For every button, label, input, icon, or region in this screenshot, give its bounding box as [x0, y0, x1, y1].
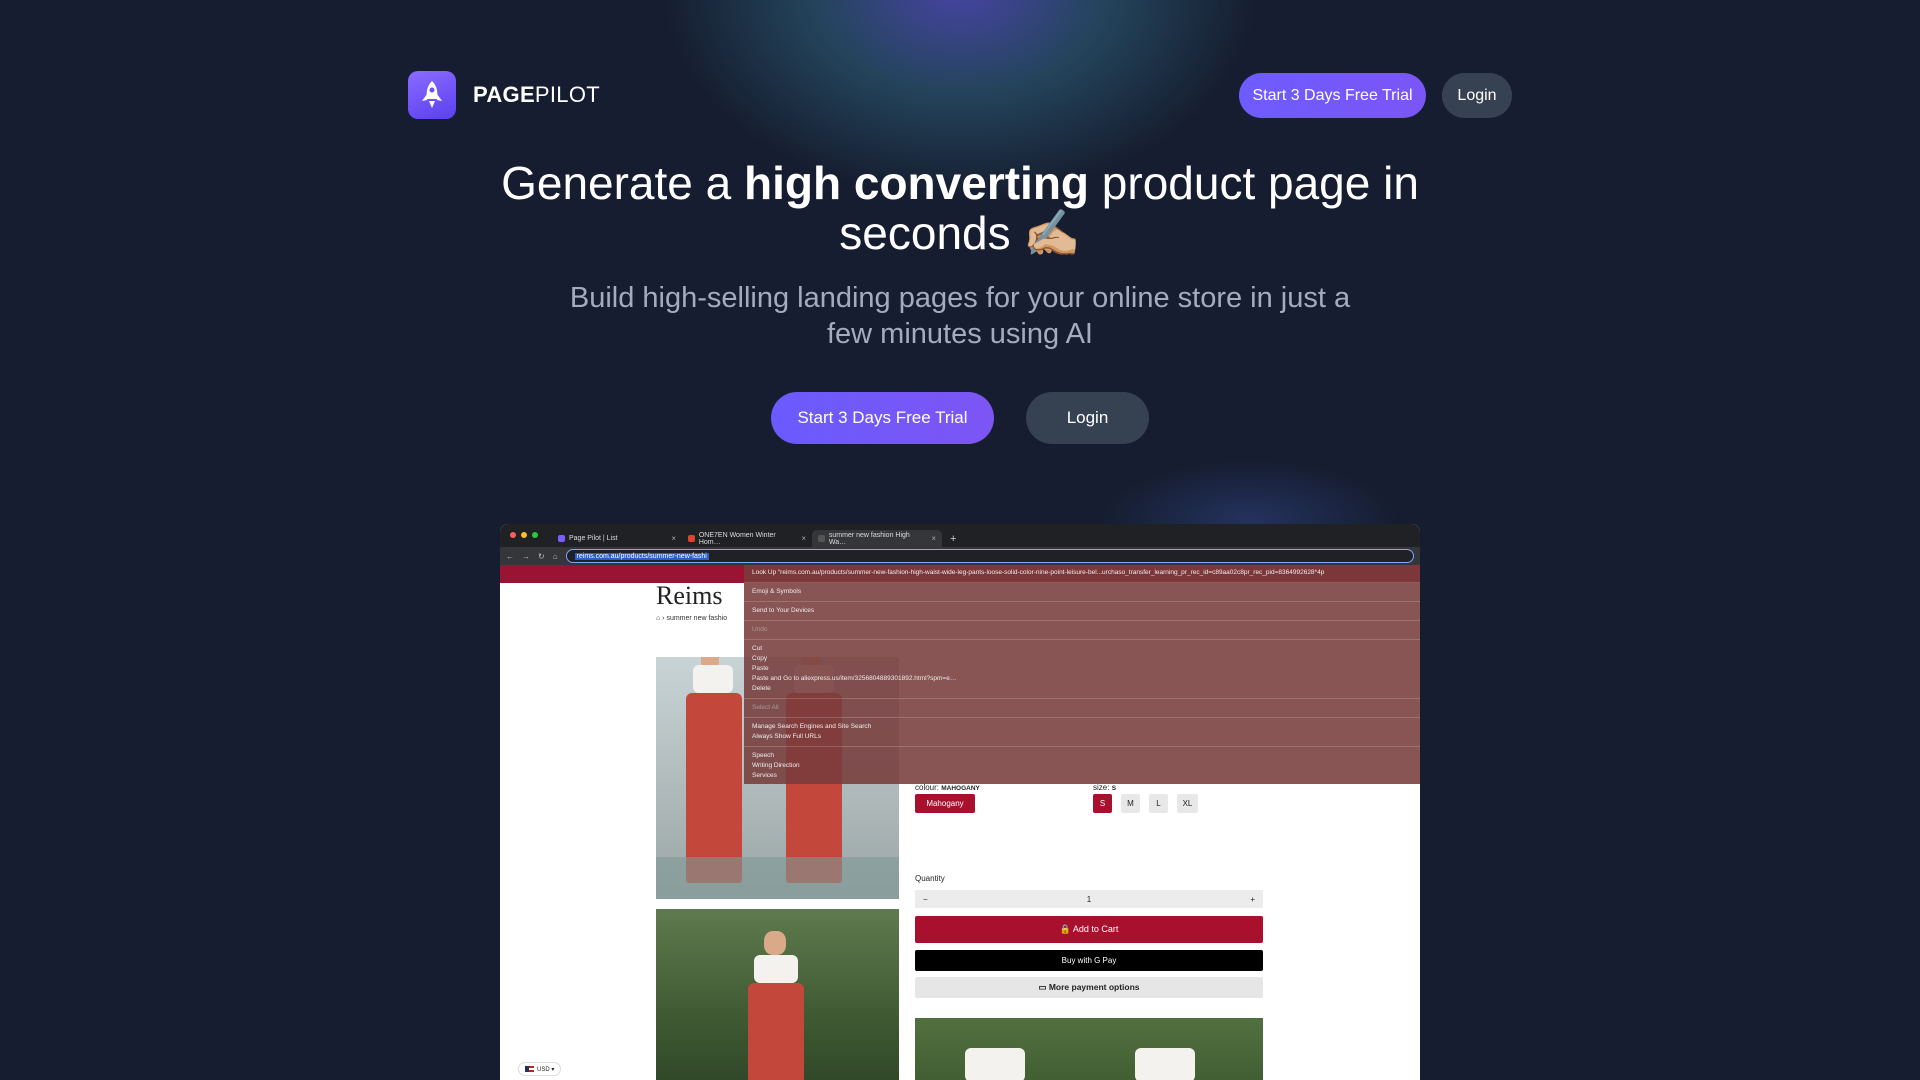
breadcrumb[interactable]: ⌂ › summer new fashio — [656, 615, 727, 622]
size-label: size: S — [1093, 783, 1117, 792]
context-menu-item-disabled: Undo — [752, 626, 768, 633]
store-logo[interactable]: Reims — [656, 581, 722, 611]
context-menu-item[interactable]: Copy — [744, 654, 1420, 664]
url-input[interactable]: reims.com.au/products/summer-new-fashi — [565, 549, 1414, 563]
context-menu-item[interactable]: Cut — [744, 644, 1420, 654]
context-menu-item[interactable]: Speech — [744, 751, 1420, 761]
context-menu-item[interactable]: Manage Search Engines and Site Search — [744, 722, 1420, 732]
product-image[interactable] — [656, 909, 899, 1080]
browser-tab[interactable]: ONE7EN Women Winter Hom… × — [682, 530, 812, 547]
hero-trial-button[interactable]: Start 3 Days Free Trial — [771, 392, 994, 444]
window-controls — [510, 532, 538, 538]
browser-demo-screenshot: Page Pilot | List × ONE7EN Women Winter H… — [500, 524, 1420, 1080]
browser-tab-bar: Page Pilot | List × ONE7EN Women Winter H… — [500, 524, 1420, 547]
aliexpress-favicon-icon — [688, 535, 695, 542]
forward-icon[interactable]: → — [522, 552, 530, 561]
context-menu-item[interactable]: Paste — [744, 664, 1420, 674]
context-menu-item[interactable]: Always Show Full URLs — [744, 732, 1420, 742]
context-menu: Look Up “reims.com.au/products/summer-ne… — [744, 565, 1420, 784]
add-to-cart-button[interactable]: 🔒 Add to Cart — [915, 916, 1263, 943]
more-payment-options-button[interactable]: ▭ More payment options — [915, 977, 1263, 998]
home-icon[interactable]: ⌂ — [553, 552, 558, 561]
context-menu-item[interactable]: Paste and Go to aliexpress.us/item/32568… — [744, 674, 1420, 684]
colour-option-mahogany[interactable]: Mahogany — [915, 794, 975, 813]
context-menu-item[interactable]: Writing Direction — [744, 761, 1420, 771]
store-page: Reims ⌂ › summer new fashio colour: MAHO… — [500, 565, 1420, 1080]
context-menu-item[interactable]: Emoji & Symbols — [744, 587, 1420, 597]
size-option-xl[interactable]: XL — [1177, 794, 1198, 813]
context-menu-item[interactable]: Services — [744, 771, 1420, 781]
hero-subtitle: Build high-selling landing pages for you… — [569, 282, 1351, 350]
browser-tab-active[interactable]: summer new fashion High Wa… × — [812, 530, 942, 547]
currency-selector[interactable]: USD ▾ — [518, 1062, 562, 1076]
pagepilot-favicon-icon — [558, 535, 565, 542]
header-login-button[interactable]: Login — [1442, 73, 1512, 118]
brand-logo[interactable]: PAGEPILOT — [408, 71, 600, 119]
context-menu-item[interactable]: Look Up “reims.com.au/products/summer-ne… — [744, 568, 1420, 578]
hero-title: Generate a high converting product page … — [501, 157, 1419, 259]
brand-name: PAGEPILOT — [473, 82, 600, 107]
hero-login-button[interactable]: Login — [1026, 392, 1149, 444]
context-menu-item-disabled: Select All — [752, 704, 779, 711]
reload-icon[interactable]: ↻ — [538, 552, 545, 561]
browser-address-bar: ← → ↻ ⌂ reims.com.au/products/summer-new… — [500, 547, 1420, 565]
back-icon[interactable]: ← — [506, 552, 514, 561]
size-option-l[interactable]: L — [1149, 794, 1168, 813]
context-menu-item[interactable]: Delete — [744, 684, 1420, 694]
us-flag-icon — [525, 1066, 534, 1072]
qty-value: 1 — [1086, 894, 1092, 904]
close-tab-icon[interactable]: × — [671, 534, 676, 543]
context-menu-item[interactable]: Send to Your Devices — [744, 606, 1420, 616]
new-tab-button[interactable]: + — [950, 530, 956, 547]
close-tab-icon[interactable]: × — [801, 534, 806, 543]
quantity-label: Quantity — [915, 874, 945, 883]
browser-tab[interactable]: Page Pilot | List × — [552, 530, 682, 547]
product-image[interactable] — [915, 1018, 1263, 1080]
colour-label: colour: MAHOGANY — [915, 783, 980, 792]
header-trial-button[interactable]: Start 3 Days Free Trial — [1239, 73, 1426, 118]
rocket-icon — [408, 71, 456, 119]
size-option-m[interactable]: M — [1121, 794, 1140, 813]
qty-increase-button[interactable]: + — [1250, 895, 1255, 904]
close-tab-icon[interactable]: × — [931, 534, 936, 543]
buy-with-gpay-button[interactable]: Buy with G Pay — [915, 950, 1263, 971]
store-favicon-icon — [818, 535, 825, 542]
quantity-stepper[interactable]: − 1 + — [915, 890, 1263, 908]
size-option-s[interactable]: S — [1093, 794, 1112, 813]
qty-decrease-button[interactable]: − — [923, 895, 928, 904]
